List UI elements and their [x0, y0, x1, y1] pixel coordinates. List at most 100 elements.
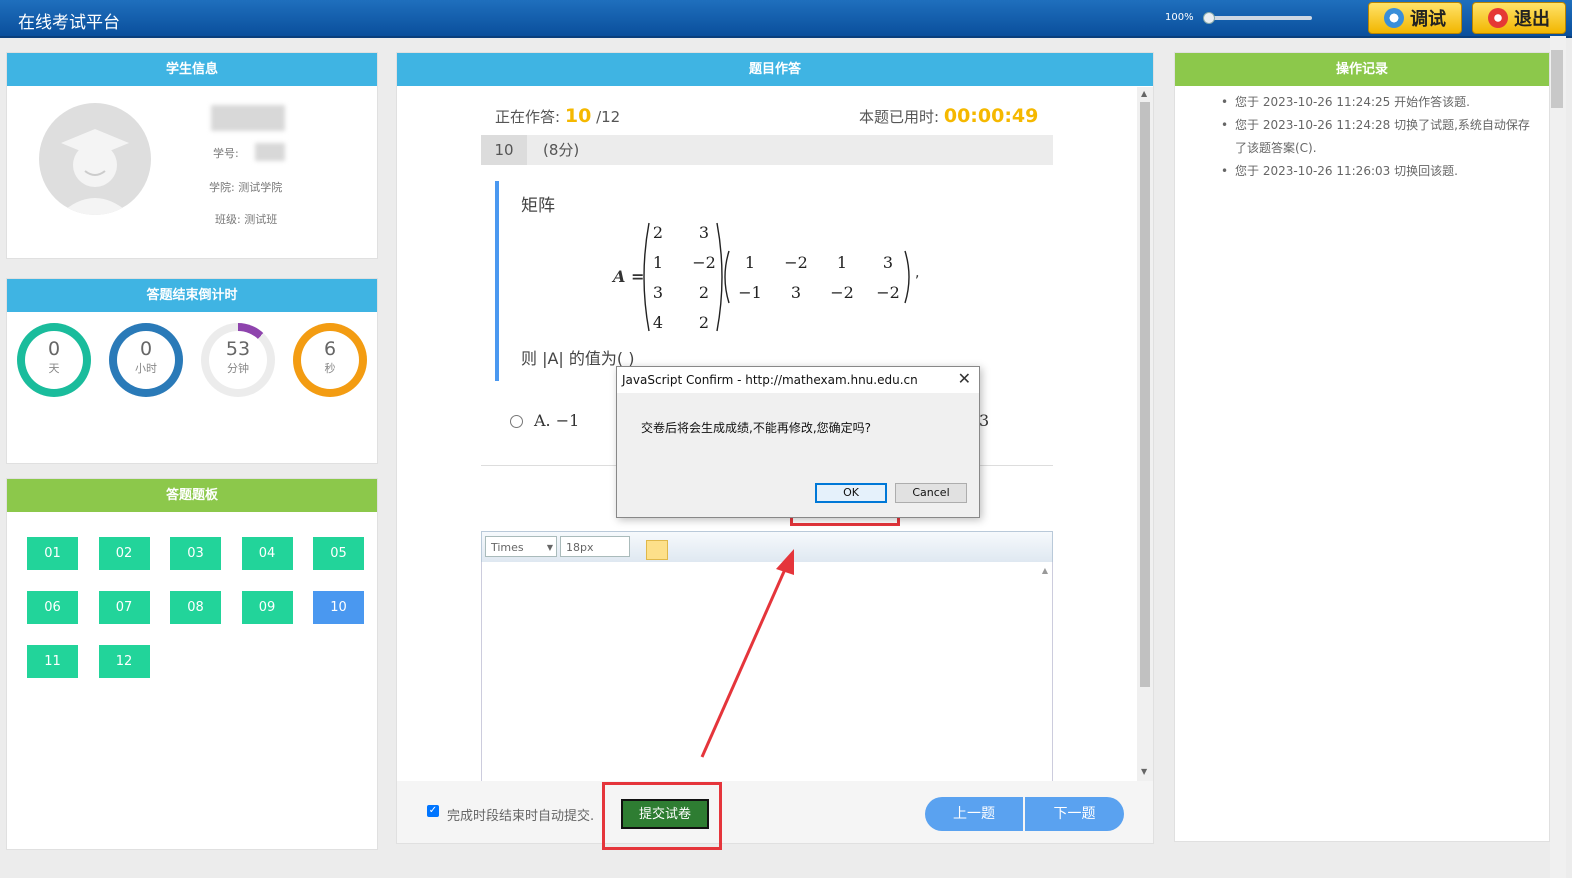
question-button-01[interactable]: 01	[27, 537, 78, 570]
log-item: 您于 2023-10-26 11:24:28 切换了试题,系统自动保存了该题答案…	[1221, 114, 1540, 160]
scroll-down-icon[interactable]: ▼	[1141, 767, 1147, 776]
countdown-value: 0	[139, 338, 153, 360]
question-button-07[interactable]: 07	[98, 591, 150, 624]
matrix2-cell: −2	[876, 283, 900, 302]
countdown-ring-inner: 6秒	[301, 331, 359, 389]
question-button-08[interactable]: 08	[170, 591, 221, 624]
countdown-unit: 小时	[135, 362, 157, 375]
question-button-06[interactable]: 06	[27, 591, 78, 624]
font-dropdown-icon: ▼	[546, 543, 553, 552]
question-number-bar: 10 (8分)	[481, 135, 1053, 165]
graduate-avatar-icon	[59, 129, 131, 215]
countdown-ring-inner: 0 小时	[117, 331, 175, 389]
question-scrollbar-thumb[interactable]	[1140, 102, 1150, 687]
matrix2-cell: −2	[784, 253, 808, 272]
countdown-panel: 答题结束倒计时 0 天 0 小时 53 分钟 6 秒	[6, 278, 378, 464]
annotation-arrow	[700, 549, 794, 758]
matrix-comma: ,	[915, 265, 920, 281]
question-button-05[interactable]: 05	[313, 537, 364, 570]
countdown-ring: 53 分钟	[201, 323, 275, 397]
auto-submit-label: 完成时段结束时自动提交.	[447, 809, 595, 824]
zoom-slider[interactable]	[1206, 16, 1312, 20]
option-partial-text: 3	[979, 411, 990, 430]
stem-title: 矩阵	[521, 196, 555, 216]
countdown-value: 0	[47, 338, 61, 360]
question-score: (8分)	[543, 141, 580, 159]
prev-question-button[interactable]: 上一题	[925, 797, 1023, 831]
countdown-ring: 0 小时	[109, 323, 183, 397]
page-scrollbar-thumb[interactable]	[1551, 50, 1563, 108]
matrix2-cell: 1	[836, 253, 848, 272]
countdown-ring: 0天	[17, 323, 91, 397]
countdown-header: 答题结束倒计时	[7, 279, 377, 312]
highlight-icon[interactable]	[646, 540, 668, 560]
student-class: 班级: 测试班	[215, 213, 278, 226]
student-info-panel: 学生信息 学号: 学院: 测试学院 班级: 测试班	[6, 52, 378, 259]
power-icon	[1488, 8, 1508, 28]
countdown-ring-inner: 0天	[25, 331, 83, 389]
page-scrollbar[interactable]	[1550, 36, 1566, 878]
next-question-button[interactable]: 下一题	[1025, 797, 1124, 831]
font-select-value: Times	[491, 541, 524, 554]
auto-submit-checkbox[interactable]: ✓	[427, 805, 439, 817]
question-button-11[interactable]: 11	[27, 645, 78, 678]
log-header: 操作记录	[1175, 53, 1549, 86]
question-button-04[interactable]: 04	[241, 537, 293, 570]
matrix1-cell: −2	[692, 253, 716, 272]
option-a-radio[interactable]	[510, 415, 523, 428]
editor-scroll-up-icon[interactable]: ▲	[1042, 566, 1048, 575]
progress-current: 10	[564, 105, 592, 127]
question-button-02[interactable]: 02	[98, 537, 150, 570]
question-footer: ✓ 完成时段结束时自动提交. 提交试卷 上一题 下一题	[397, 781, 1153, 843]
stem-accent-bar	[495, 181, 499, 381]
question-button-09[interactable]: 09	[241, 591, 293, 624]
log-item: 您于 2023-10-26 11:24:25 开始作答该题.	[1221, 91, 1540, 114]
zoom-slider-handle[interactable]	[1203, 12, 1215, 24]
question-button-12[interactable]: 12	[98, 645, 150, 678]
matrix1-cell: 3	[698, 223, 710, 242]
logout-label: 退出	[1514, 9, 1550, 30]
matrix1-cell: 4	[652, 313, 664, 332]
option-a-text[interactable]: A. −1	[534, 411, 579, 430]
question-timer: 00:00:49	[943, 105, 1039, 127]
dialog-cancel-button[interactable]: Cancel	[895, 483, 967, 503]
matrix-parentheses	[643, 222, 910, 332]
log-panel: 操作记录 您于 2023-10-26 11:24:25 开始作答该题. 您于 2…	[1174, 52, 1550, 842]
zoom-level: 100%	[1165, 12, 1194, 23]
matrix2-cell: −1	[738, 283, 762, 302]
answer-board-panel: 答题题板 01 02 03 04 05 06 07 08 09 10 11 12	[6, 478, 378, 850]
scroll-up-icon[interactable]: ▲	[1141, 89, 1147, 98]
countdown-ring: 6秒	[293, 323, 367, 397]
student-name-redacted	[211, 105, 285, 131]
matrix1-cell: 1	[652, 253, 664, 272]
matrix2-cell: −2	[830, 283, 854, 302]
log-item: 您于 2023-10-26 11:26:03 切换回该题.	[1221, 160, 1540, 183]
question-button-10[interactable]: 10	[313, 591, 364, 624]
avatar	[39, 103, 151, 215]
progress-total: /12	[596, 108, 621, 126]
timer-label: 本题已用时:	[859, 108, 940, 126]
size-select[interactable]: 18px	[560, 536, 630, 557]
countdown-unit: 分钟	[227, 362, 249, 375]
dialog-close-icon[interactable]: ✕	[958, 369, 971, 388]
font-select[interactable]: Times ▼	[485, 536, 557, 557]
app-title: 在线考试平台	[18, 13, 120, 33]
matrix1-cell: 2	[698, 313, 710, 332]
matrix2-cell: 3	[882, 253, 894, 272]
answer-board-header: 答题题板	[7, 479, 377, 512]
matrix1-cell: 2	[652, 223, 664, 242]
countdown-unit: 秒	[324, 362, 336, 375]
countdown-unit: 天	[48, 362, 60, 375]
countdown-ring-inner: 53 分钟	[209, 331, 267, 389]
matrix1-cell: 2	[698, 283, 710, 302]
debug-button[interactable]: 调试	[1368, 2, 1462, 34]
logout-button[interactable]: 退出	[1472, 2, 1566, 34]
student-id-label: 学号:	[213, 147, 239, 160]
dialog-ok-button[interactable]: OK	[815, 483, 887, 503]
countdown-value: 53	[225, 338, 251, 360]
top-bar: 在线考试平台 100% 调试 退出	[0, 0, 1572, 38]
question-button-03[interactable]: 03	[170, 537, 221, 570]
webcam-icon	[1384, 8, 1404, 28]
matrix-label-text: A	[613, 267, 626, 286]
question-scrollbar[interactable]: ▲ ▼	[1137, 87, 1153, 781]
